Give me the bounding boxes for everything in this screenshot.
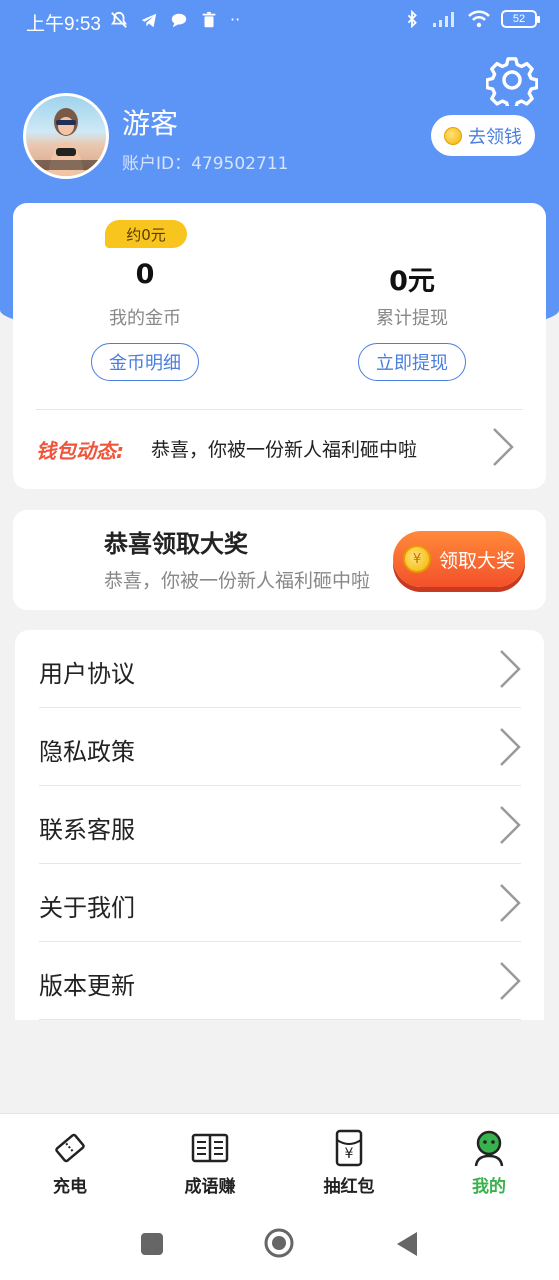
more-dots-icon: ·· xyxy=(230,10,241,29)
menu-item-label: 联系客服 xyxy=(39,816,135,844)
approx-value-badge: 约0元 xyxy=(105,220,187,248)
settings-gear-icon[interactable] xyxy=(486,54,538,106)
menu-item-label: 用户协议 xyxy=(39,660,135,688)
menu-item-privacy-policy[interactable]: 隐私政策 xyxy=(15,708,544,786)
nav-tab-charge[interactable]: 充电 xyxy=(20,1128,120,1197)
menu-item-label: 版本更新 xyxy=(39,972,135,1000)
menu-item-user-agreement[interactable]: 用户协议 xyxy=(15,630,544,708)
coin-icon: ¥ xyxy=(403,545,431,573)
chevron-right-icon xyxy=(500,884,521,922)
book-icon xyxy=(191,1133,229,1163)
profile-icon xyxy=(474,1130,504,1167)
settings-menu: 用户协议 隐私政策 联系客服 关于我们 版本更新 xyxy=(15,630,544,1020)
coins-detail-button[interactable]: 金币明细 xyxy=(91,343,199,381)
menu-divider xyxy=(39,1019,521,1020)
home-circle-icon[interactable] xyxy=(263,1227,295,1259)
nav-tab-label: 抽红包 xyxy=(323,1177,375,1197)
wifi-icon xyxy=(468,10,490,28)
withdraw-button[interactable]: 立即提现 xyxy=(358,343,466,381)
nav-tab-red-envelope[interactable]: ¥ 抽红包 xyxy=(299,1128,399,1197)
bluetooth-icon xyxy=(407,10,417,28)
wallet-news-label: 钱包动态: xyxy=(36,439,124,463)
prize-subtitle: 恭喜，你被一份新人福利砸中啦 xyxy=(104,570,371,592)
chevron-right-icon xyxy=(500,728,521,766)
avatar[interactable] xyxy=(23,93,109,179)
system-navigation-bar xyxy=(0,1205,559,1280)
system-status-icons: 52 xyxy=(403,10,540,28)
collect-money-button[interactable]: 去领钱 xyxy=(431,115,535,156)
nav-tab-label: 充电 xyxy=(53,1177,87,1197)
notification-icons: ·· xyxy=(110,10,240,29)
prize-card: 恭喜领取大奖 恭喜，你被一份新人福利砸中啦 ¥ 领取大奖 xyxy=(13,510,546,610)
recents-square-icon[interactable] xyxy=(140,1232,164,1256)
prize-title: 恭喜领取大奖 xyxy=(104,530,248,558)
claim-prize-label: 领取大奖 xyxy=(439,549,516,572)
nav-tab-label: 我的 xyxy=(472,1177,506,1197)
chevron-right-icon xyxy=(500,806,521,844)
trash-icon xyxy=(202,11,216,27)
bottom-navigation: 充电 成语赚 ¥ 抽红包 我的 xyxy=(0,1113,559,1205)
withdrawn-label: 累计提现 xyxy=(376,308,448,329)
chevron-right-icon xyxy=(500,650,521,688)
username: 游客 xyxy=(122,107,179,140)
wallet-card: 约0元 0 我的金币 金币明细 0元 累计提现 立即提现 钱包动态: 恭喜，你被… xyxy=(13,203,546,489)
signal-icon xyxy=(433,12,454,27)
mute-bell-icon xyxy=(111,11,127,28)
nav-tab-label: 成语赚 xyxy=(184,1177,236,1197)
coin-icon xyxy=(444,126,462,145)
chat-bubble-icon xyxy=(171,13,187,27)
withdrawn-value: 0元 xyxy=(389,266,435,297)
wallet-news-text: 恭喜，你被一份新人福利砸中啦 xyxy=(151,439,418,461)
collect-money-label: 去领钱 xyxy=(468,126,522,148)
back-triangle-icon[interactable] xyxy=(395,1231,419,1257)
avatar-photo xyxy=(26,108,106,176)
claim-prize-button[interactable]: ¥ 领取大奖 xyxy=(393,531,525,587)
account-id: 账户ID：479502711 xyxy=(122,154,289,174)
status-bar: 上午9:53 ·· 52 xyxy=(0,0,559,44)
menu-item-customer-service[interactable]: 联系客服 xyxy=(15,786,544,864)
coins-label: 我的金币 xyxy=(109,308,181,329)
menu-item-about-us[interactable]: 关于我们 xyxy=(15,864,544,942)
nav-tab-mine[interactable]: 我的 xyxy=(439,1128,539,1197)
nav-tab-idiom-earn[interactable]: 成语赚 xyxy=(160,1128,260,1197)
coins-value: 0 xyxy=(135,259,155,290)
status-time: 上午9:53 xyxy=(26,14,101,35)
menu-item-label: 隐私政策 xyxy=(39,738,135,766)
red-envelope-icon: ¥ xyxy=(335,1129,363,1167)
chevron-right-icon[interactable] xyxy=(491,427,515,467)
wallet-divider xyxy=(36,409,523,410)
menu-item-version-update[interactable]: 版本更新 xyxy=(15,942,544,1020)
telegram-icon xyxy=(141,13,157,27)
svg-text:¥: ¥ xyxy=(345,1146,354,1162)
chevron-right-icon xyxy=(500,962,521,1000)
menu-item-label: 关于我们 xyxy=(39,894,135,922)
ticket-icon xyxy=(55,1133,85,1163)
battery-icon: 52 xyxy=(501,10,540,28)
